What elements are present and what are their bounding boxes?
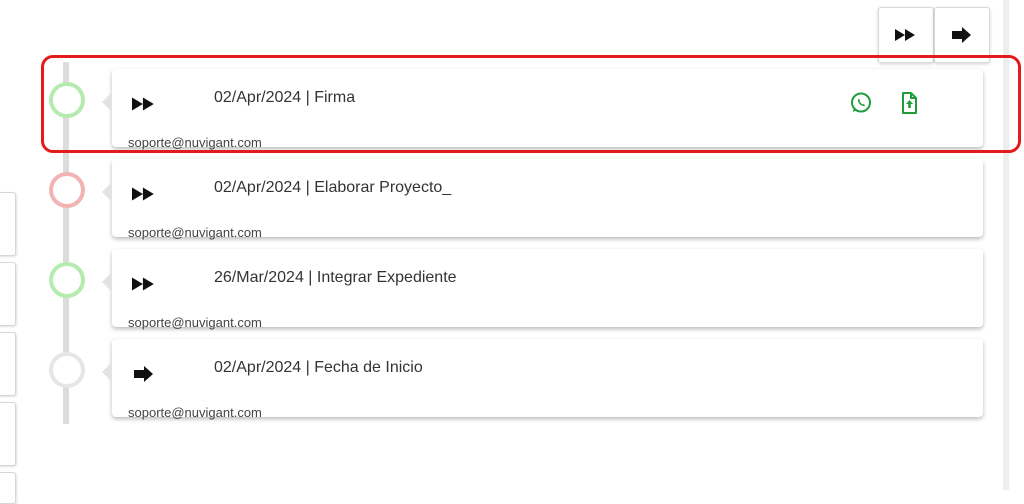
card-title: 02/Apr/2024 | Elaborar Proyecto_ [214,179,452,196]
timeline-card[interactable]: 02/Apr/2024 | Elaborar Proyecto_ soporte… [102,159,983,240]
status-circle-red [49,172,85,208]
fast-forward-button[interactable] [878,7,934,63]
fast-forward-icon [895,29,915,41]
timeline-card[interactable]: 26/Mar/2024 | Integrar Expediente soport… [102,249,983,330]
side-tab[interactable] [0,332,16,396]
side-tab[interactable] [0,262,16,326]
card-email: soporte@nuvigant.com [128,225,262,240]
arrow-right-icon [952,27,971,43]
status-circle-green [49,82,85,118]
status-circle-green [49,262,85,298]
side-tab[interactable] [0,472,16,504]
scrollbar-track[interactable] [1003,0,1009,490]
fast-forward-icon[interactable] [132,96,156,112]
timeline-card[interactable]: 02/Apr/2024 | Fecha de Inicio soporte@nu… [102,339,983,420]
card-email: soporte@nuvigant.com [128,135,262,150]
card-email: soporte@nuvigant.com [128,315,262,330]
whatsapp-icon[interactable] [849,91,873,115]
card-title: 02/Apr/2024 | Fecha de Inicio [214,359,423,376]
side-tab[interactable] [0,192,16,256]
status-circle-grey [49,352,85,388]
file-upload-icon[interactable] [897,91,921,115]
timeline-card[interactable]: 02/Apr/2024 | Firma soporte@nuvigant.com [102,69,983,150]
fast-forward-icon[interactable] [132,276,156,292]
next-button[interactable] [934,7,990,63]
fast-forward-icon[interactable] [132,186,156,202]
arrow-right-icon[interactable] [132,366,156,382]
side-tab[interactable] [0,402,16,466]
card-email: soporte@nuvigant.com [128,405,262,420]
card-title: 26/Mar/2024 | Integrar Expediente [214,269,457,286]
card-title: 02/Apr/2024 | Firma [214,89,356,106]
